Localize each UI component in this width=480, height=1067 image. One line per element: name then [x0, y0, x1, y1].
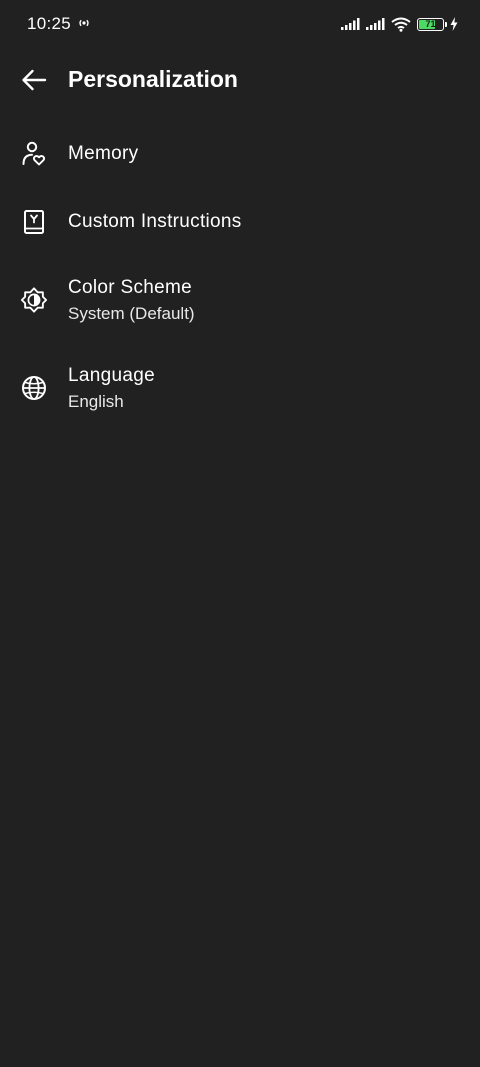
settings-list: Memory Custom Instructions Color Scheme …: [0, 120, 480, 432]
cell-signal-icon: [366, 18, 385, 30]
settings-item-title: Memory: [68, 143, 139, 164]
status-bar: 10:25 71: [0, 0, 480, 48]
page-title: Personalization: [68, 66, 238, 92]
settings-item-color-scheme[interactable]: Color Scheme System (Default): [0, 256, 480, 344]
settings-item-custom-instructions[interactable]: Custom Instructions: [0, 188, 480, 256]
settings-item-title: Custom Instructions: [68, 211, 242, 232]
app-bar: Personalization: [0, 52, 480, 110]
wifi-icon: [391, 17, 411, 32]
battery-icon: 71: [417, 17, 447, 31]
settings-item-language[interactable]: Language English: [0, 344, 480, 432]
settings-item-subtitle: English: [68, 391, 124, 411]
status-time: 10:25: [27, 14, 72, 33]
settings-item-title: Language: [68, 364, 155, 386]
battery-level: 71: [425, 18, 436, 29]
settings-item-title: Color Scheme: [68, 276, 192, 298]
settings-item-memory[interactable]: Memory: [0, 120, 480, 188]
status-icons: 71: [341, 15, 458, 33]
cell-signal-icon: [341, 18, 360, 30]
brightness-icon: [20, 286, 48, 314]
settings-item-subtitle: System (Default): [68, 303, 195, 323]
charging-icon: [450, 17, 458, 31]
battery-tip: [445, 21, 447, 27]
memory-person-heart-icon: [20, 140, 48, 168]
arrow-left-icon: [22, 69, 47, 91]
globe-icon: [20, 374, 48, 402]
instructions-book-icon: [20, 208, 48, 236]
hotspot-icon: [79, 19, 89, 27]
back-button[interactable]: [12, 58, 56, 102]
